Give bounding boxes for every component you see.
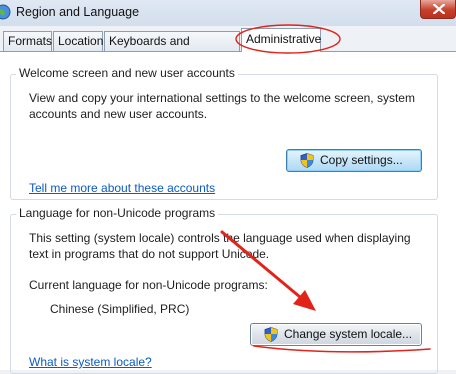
change-system-locale-button[interactable]: Change system locale...: [250, 323, 422, 346]
what-is-system-locale-link[interactable]: What is system locale?: [29, 355, 152, 369]
uac-shield-icon: [300, 153, 314, 168]
uac-shield-icon: [264, 327, 278, 342]
close-button[interactable]: [420, 0, 456, 19]
tab-label: Administrative: [246, 32, 322, 46]
tab-label: Formats: [8, 34, 53, 48]
current-language-value: Chinese (Simplified, PRC): [50, 302, 190, 316]
tab-label: Location: [58, 34, 104, 48]
welcome-description-line2: accounts and new user accounts.: [29, 107, 208, 121]
tab-panel-administrative: Welcome screen and new user accounts Vie…: [0, 51, 456, 374]
globe-icon: [0, 4, 11, 20]
tab-location[interactable]: Location: [53, 31, 103, 51]
tab-strip: Formats Location Keyboards and Languages…: [0, 28, 456, 67]
close-icon: [433, 4, 445, 14]
current-language-label: Current language for non-Unicode program…: [29, 278, 268, 292]
non-unicode-group-title: Language for non-Unicode programs: [16, 206, 219, 220]
tell-me-more-link[interactable]: Tell me more about these accounts: [29, 181, 215, 195]
locale-description-line1: This setting (system locale) controls th…: [29, 231, 411, 245]
tab-administrative[interactable]: Administrative: [241, 28, 321, 52]
locale-description-line2: text in programs that do not support Uni…: [29, 247, 270, 261]
change-system-locale-label: Change system locale...: [284, 327, 413, 341]
window-title: Region and Language: [16, 5, 140, 19]
copy-settings-label: Copy settings...: [320, 153, 403, 167]
title-bar[interactable]: Region and Language: [0, 0, 456, 26]
tab-formats[interactable]: Formats: [3, 31, 52, 51]
welcome-description-line1: View and copy your international setting…: [29, 91, 415, 105]
welcome-group-title: Welcome screen and new user accounts: [16, 66, 238, 80]
tab-keyboards-and-languages[interactable]: Keyboards and Languages: [104, 31, 240, 67]
copy-settings-button[interactable]: Copy settings...: [286, 149, 422, 172]
